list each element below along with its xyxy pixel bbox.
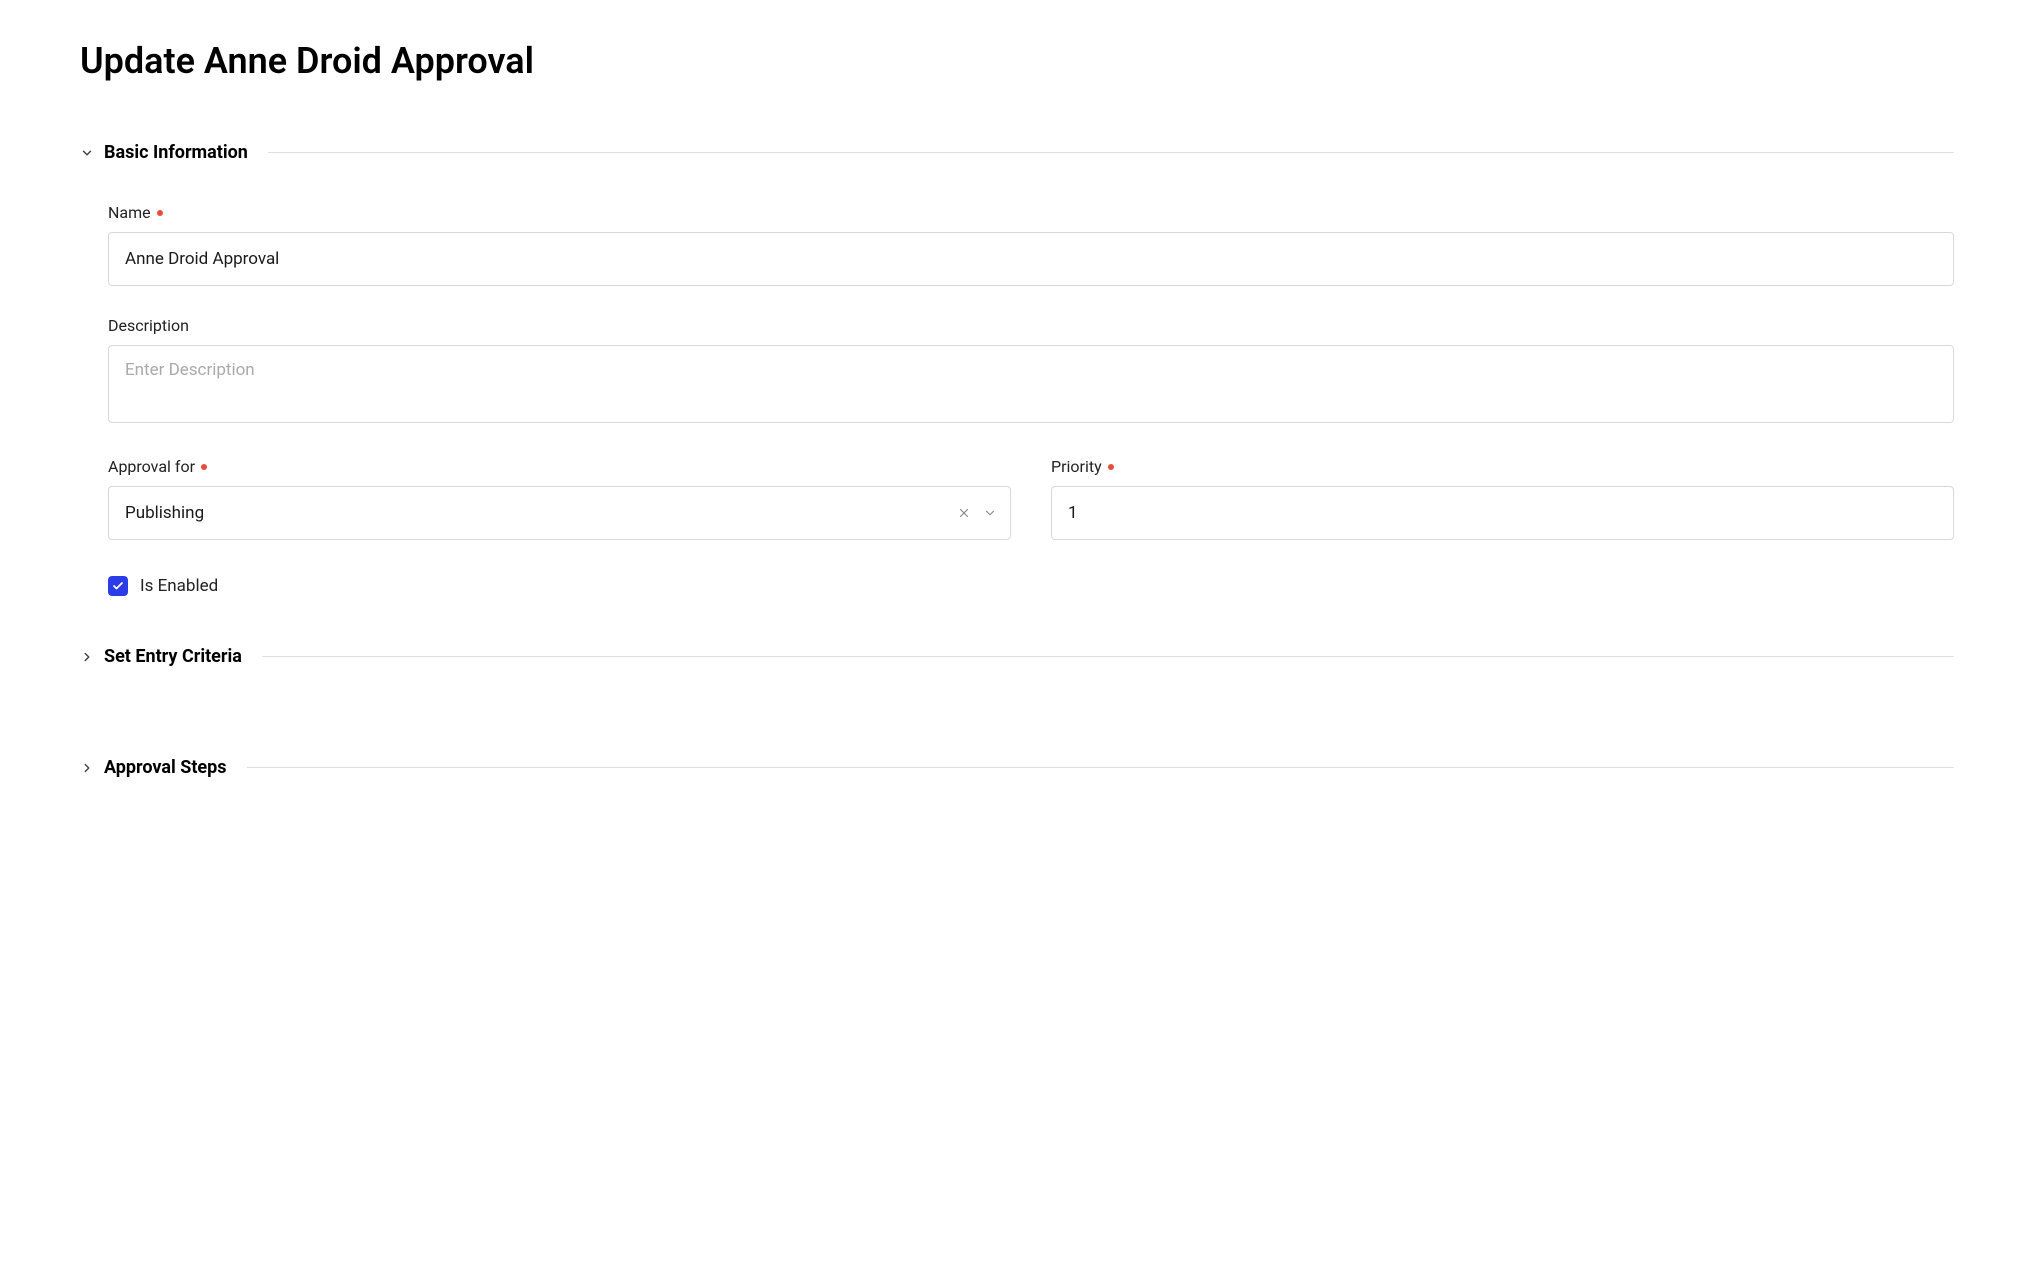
description-input[interactable] (108, 345, 1954, 423)
section-title-basic-information: Basic Information (104, 142, 248, 163)
section-title-approval-steps: Approval Steps (104, 757, 227, 778)
section-basic-information: Basic Information Name Description Appro… (80, 142, 1954, 596)
chevron-down-icon[interactable] (981, 504, 999, 522)
approval-for-value: Publishing (108, 486, 1011, 540)
chevron-right-icon (80, 761, 94, 775)
field-is-enabled: Is Enabled (108, 576, 1954, 596)
section-header-approval-steps[interactable]: Approval Steps (80, 757, 1954, 778)
row-approval-priority: Approval for Publishing (108, 457, 1954, 570)
section-entry-criteria: Set Entry Criteria (80, 646, 1954, 667)
section-approval-steps: Approval Steps (80, 757, 1954, 778)
field-name: Name (108, 203, 1954, 286)
label-priority: Priority (1051, 457, 1954, 476)
label-name: Name (108, 203, 1954, 222)
field-approval-for: Approval for Publishing (108, 457, 1011, 540)
chevron-down-icon (80, 146, 94, 160)
name-input[interactable] (108, 232, 1954, 286)
required-indicator-icon (157, 210, 163, 216)
section-title-entry-criteria: Set Entry Criteria (104, 646, 242, 667)
approval-for-select[interactable]: Publishing (108, 486, 1011, 540)
field-description: Description (108, 316, 1954, 427)
section-divider (247, 767, 1954, 768)
approval-for-value-text: Publishing (125, 503, 204, 523)
label-name-text: Name (108, 203, 151, 222)
label-approval-for: Approval for (108, 457, 1011, 476)
field-priority: Priority (1051, 457, 1954, 540)
section-body-basic-information: Name Description Approval for Publishi (80, 203, 1954, 596)
section-header-basic-information[interactable]: Basic Information (80, 142, 1954, 163)
section-divider (268, 152, 1954, 153)
label-description-text: Description (108, 316, 189, 335)
page-title: Update Anne Droid Approval (80, 40, 1954, 82)
priority-input[interactable] (1051, 486, 1954, 540)
is-enabled-label: Is Enabled (140, 576, 218, 596)
label-description: Description (108, 316, 1954, 335)
required-indicator-icon (201, 464, 207, 470)
chevron-right-icon (80, 650, 94, 664)
section-divider (262, 656, 1954, 657)
label-priority-text: Priority (1051, 457, 1102, 476)
select-icons (955, 504, 999, 522)
label-approval-for-text: Approval for (108, 457, 195, 476)
section-header-entry-criteria[interactable]: Set Entry Criteria (80, 646, 1954, 667)
is-enabled-checkbox[interactable] (108, 576, 128, 596)
clear-icon[interactable] (955, 504, 973, 522)
check-icon (112, 580, 124, 592)
required-indicator-icon (1108, 464, 1114, 470)
